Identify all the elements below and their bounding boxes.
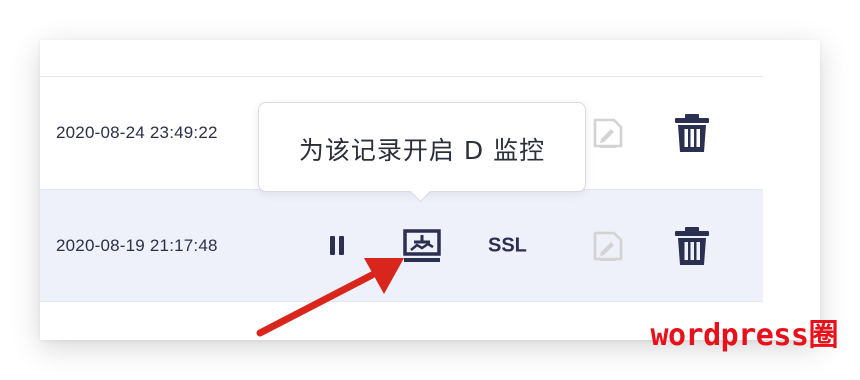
ssl-button[interactable]: SSL	[488, 234, 527, 257]
record-timestamp: 2020-08-19 21:17:48	[56, 235, 218, 255]
edit-icon	[590, 115, 626, 151]
trash-icon[interactable]	[675, 226, 709, 265]
screenshot-stage: 2020-08-24 23:49:22 2020-08-19 21:17:48 …	[0, 0, 860, 380]
pause-icon[interactable]	[326, 234, 348, 258]
table-row	[40, 40, 763, 77]
edit-icon	[590, 228, 626, 264]
monitor-tooltip: 为该记录开启 D 监控	[258, 102, 586, 203]
record-timestamp: 2020-08-24 23:49:22	[56, 123, 218, 142]
watermark-logo: wordpress圈	[650, 318, 838, 353]
trash-icon[interactable]	[675, 114, 709, 152]
table-row-highlighted: 2020-08-19 21:17:48 SSL	[40, 190, 763, 302]
monitor-icon[interactable]	[402, 228, 442, 263]
tooltip-text: 为该记录开启 D 监控	[298, 136, 546, 165]
